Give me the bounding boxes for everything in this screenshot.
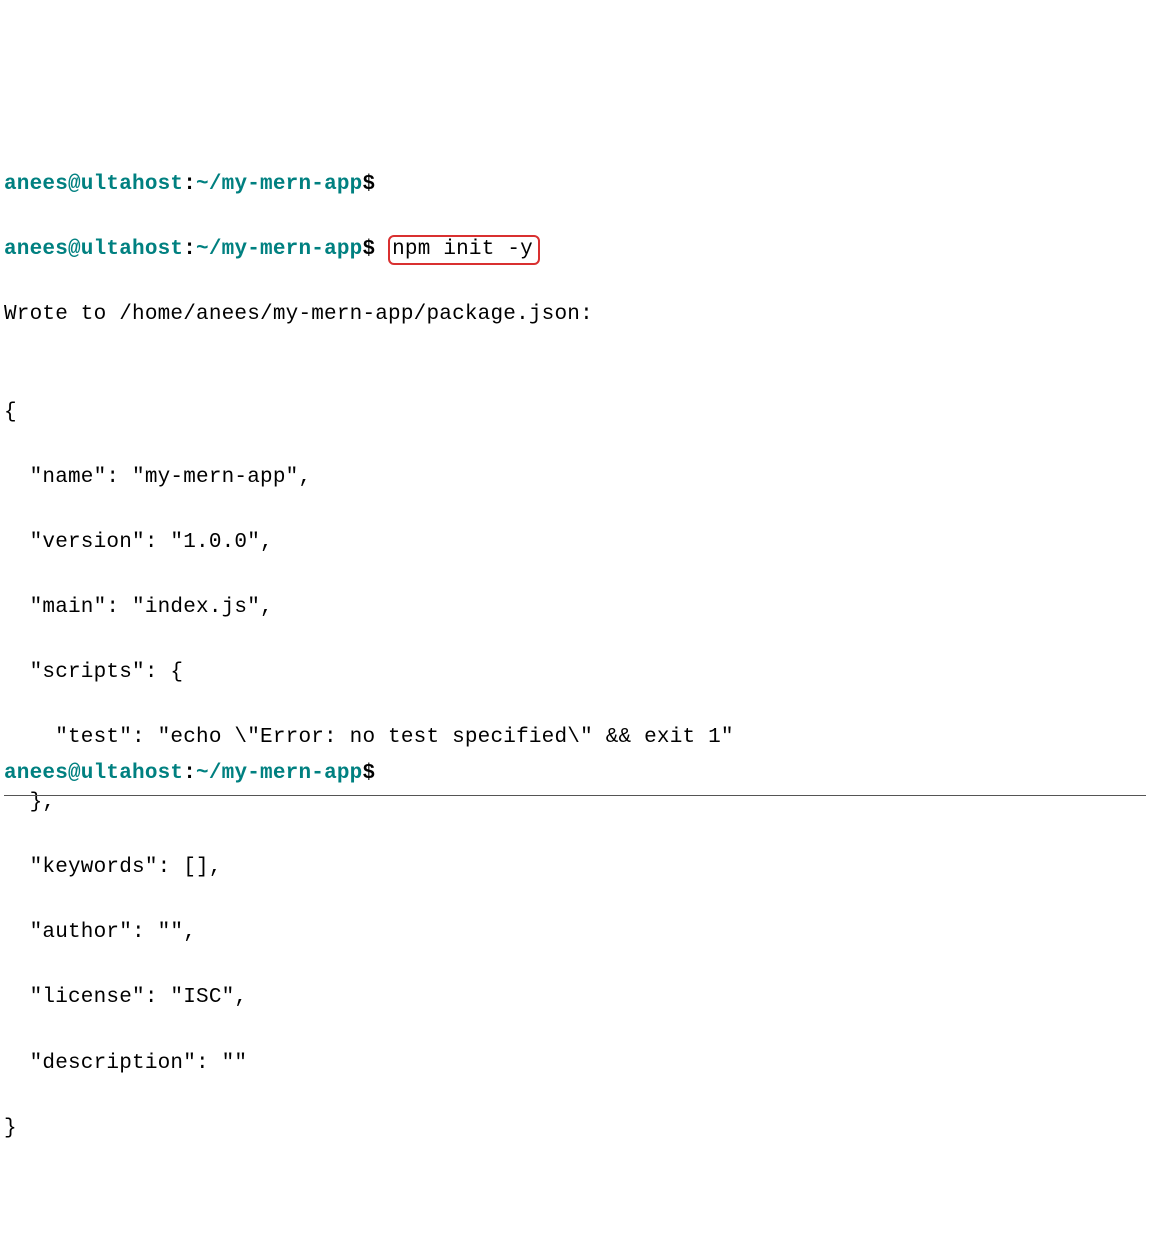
command-highlight: npm init -y: [388, 235, 540, 265]
output-test: "test": "echo \"Error: no test specified…: [4, 722, 1146, 755]
output-keywords: "keywords": [],: [4, 852, 1146, 885]
output-scripts-open: "scripts": {: [4, 657, 1146, 690]
output-version: "version": "1.0.0",: [4, 527, 1146, 560]
prompt-colon: :: [183, 238, 196, 261]
command-text: npm init -y: [392, 238, 533, 261]
output-main: "main": "index.js",: [4, 592, 1146, 625]
prompt-path: ~/my-mern-app: [196, 238, 362, 261]
prompt-line-3[interactable]: anees@ultahost:~/my-mern-app$: [4, 758, 375, 791]
output-description: "description": "": [4, 1048, 1146, 1081]
prompt-user: anees@ultahost: [4, 238, 183, 261]
prompt-user: anees@ultahost: [4, 173, 183, 196]
prompt-user: anees@ultahost: [4, 762, 183, 785]
output-license: "license": "ISC",: [4, 982, 1146, 1015]
bottom-divider: [4, 795, 1146, 796]
prompt-colon: :: [183, 762, 196, 785]
prompt-line-2: anees@ultahost:~/my-mern-app$ npm init -…: [4, 234, 1146, 267]
prompt-dollar: $: [362, 238, 375, 261]
terminal-window[interactable]: anees@ultahost:~/my-mern-app$ anees@ulta…: [4, 136, 1146, 796]
output-json-open: {: [4, 397, 1146, 430]
output-json-close: }: [4, 1113, 1146, 1146]
prompt-path: ~/my-mern-app: [196, 762, 362, 785]
output-author: "author": "",: [4, 917, 1146, 950]
output-scripts-close: },: [4, 787, 1146, 820]
prompt-dollar: $: [362, 762, 375, 785]
output-wrote: Wrote to /home/anees/my-mern-app/package…: [4, 299, 1146, 332]
prompt-dollar: $: [362, 173, 375, 196]
prompt-line-1: anees@ultahost:~/my-mern-app$: [4, 169, 1146, 202]
output-name: "name": "my-mern-app",: [4, 462, 1146, 495]
prompt-path: ~/my-mern-app: [196, 173, 362, 196]
prompt-colon: :: [183, 173, 196, 196]
